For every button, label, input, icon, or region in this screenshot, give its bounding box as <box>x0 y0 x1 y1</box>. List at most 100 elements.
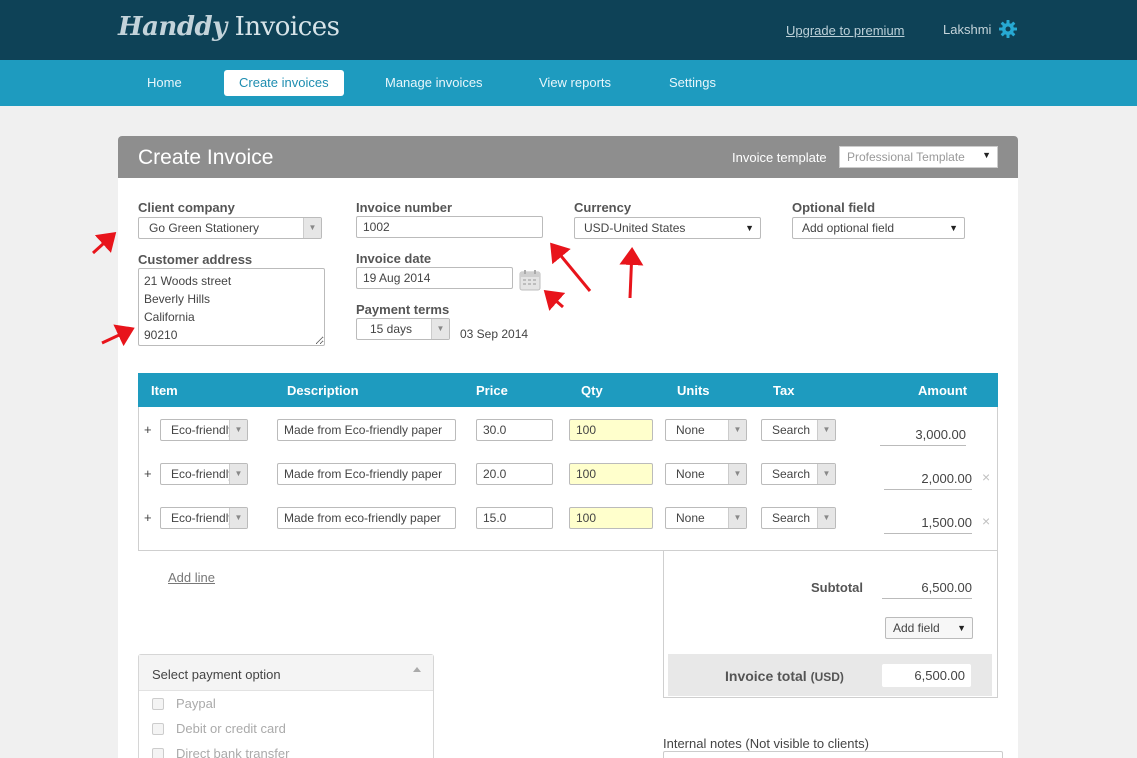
add-row-icon[interactable]: + <box>144 422 152 437</box>
chevron-down-icon[interactable]: ▼ <box>817 420 835 440</box>
qty-field[interactable]: 100 <box>569 419 653 441</box>
chevron-down-icon[interactable]: ▼ <box>431 319 449 339</box>
payment-terms-value: 15 days <box>370 322 413 336</box>
app-logo[interactable]: Handdy Invoices <box>118 12 340 42</box>
add-field-select[interactable]: Add field ▼ <box>885 617 973 639</box>
payment-option-label: Direct bank transfer <box>176 746 290 758</box>
payment-option-paypal[interactable]: Paypal <box>152 696 216 711</box>
nav-manage-invoices[interactable]: Manage invoices <box>370 70 498 96</box>
qty-field[interactable]: 100 <box>569 463 653 485</box>
item-combo[interactable]: Eco-friendly ▼ <box>160 507 248 529</box>
invoice-number-field[interactable]: 1002 <box>356 216 543 238</box>
chevron-down-icon[interactable]: ▼ <box>817 464 835 484</box>
checkbox[interactable] <box>152 698 164 710</box>
checkbox[interactable] <box>152 723 164 735</box>
internal-notes-field[interactable] <box>663 751 1003 758</box>
logo-brand: Handdy <box>118 12 227 42</box>
remove-row-icon[interactable]: × <box>982 513 990 529</box>
remove-row-icon[interactable]: × <box>982 469 990 485</box>
tax-combo[interactable]: Search ▼ <box>761 419 836 441</box>
upgrade-link[interactable]: Upgrade to premium <box>786 23 905 38</box>
chevron-down-icon[interactable]: ▼ <box>229 464 247 484</box>
top-header: Handdy Invoices Upgrade to premium Laksh… <box>0 0 1137 60</box>
chevron-down-icon: ▼ <box>949 223 958 233</box>
payment-terms-combo[interactable]: 15 days ▼ <box>356 318 450 340</box>
chevron-down-icon[interactable]: ▼ <box>728 464 746 484</box>
invoice-total-text: Invoice total <box>725 668 807 684</box>
chevron-down-icon[interactable]: ▼ <box>817 508 835 528</box>
create-invoice-panel: Create Invoice Invoice template Professi… <box>118 136 1018 758</box>
currency-select[interactable]: USD-United States ▼ <box>574 217 761 239</box>
template-label: Invoice template <box>732 150 827 165</box>
qty-field[interactable]: 100 <box>569 507 653 529</box>
chevron-down-icon[interactable]: ▼ <box>303 218 321 238</box>
checkbox[interactable] <box>152 748 164 758</box>
payment-options-panel: Select payment option Paypal Debit or cr… <box>138 654 434 758</box>
item-value: Eco-friendly <box>171 423 235 437</box>
chevron-down-icon[interactable]: ▼ <box>728 508 746 528</box>
description-field[interactable]: Made from eco-friendly paper <box>277 507 456 529</box>
payment-option-card[interactable]: Debit or credit card <box>152 721 286 736</box>
chevron-down-icon: ▼ <box>957 623 966 633</box>
tax-combo[interactable]: Search ▼ <box>761 507 836 529</box>
units-combo[interactable]: None ▼ <box>665 507 747 529</box>
payment-option-bank[interactable]: Direct bank transfer <box>152 746 289 758</box>
invoice-total-currency: (USD) <box>810 670 844 684</box>
col-amount: Amount <box>918 383 968 398</box>
col-units: Units <box>677 383 710 398</box>
chevron-up-icon[interactable] <box>413 667 421 672</box>
client-company-label: Client company <box>138 200 235 215</box>
items-table-header: Item Description Price Qty Units Tax Amo… <box>138 373 998 407</box>
units-value: None <box>676 467 705 481</box>
description-field[interactable]: Made from Eco-friendly paper <box>277 419 456 441</box>
col-price: Price <box>476 383 508 398</box>
units-combo[interactable]: None ▼ <box>665 419 747 441</box>
nav-view-reports[interactable]: View reports <box>524 70 626 96</box>
item-combo[interactable]: Eco-friendly ▼ <box>160 463 248 485</box>
item-combo[interactable]: Eco-friendly ▼ <box>160 419 248 441</box>
tax-combo[interactable]: Search ▼ <box>761 463 836 485</box>
gear-icon[interactable] <box>998 19 1018 39</box>
chevron-down-icon[interactable]: ▼ <box>229 508 247 528</box>
chevron-down-icon: ▼ <box>745 223 754 233</box>
add-row-icon[interactable]: + <box>144 466 152 481</box>
client-company-combo[interactable]: Go Green Stationery ▼ <box>138 217 322 239</box>
description-field[interactable]: Made from Eco-friendly paper <box>277 463 456 485</box>
template-value: Professional Template <box>847 150 965 164</box>
nav-create-invoices[interactable]: Create invoices <box>224 70 344 96</box>
logo-text: Invoices <box>234 12 340 42</box>
col-description: Description <box>287 383 359 398</box>
payment-options-header[interactable]: Select payment option <box>139 655 433 691</box>
internal-notes-label: Internal notes (Not visible to clients) <box>663 736 869 751</box>
price-field[interactable]: 15.0 <box>476 507 553 529</box>
customer-address-field[interactable]: 21 Woods street Beverly Hills California… <box>138 268 325 346</box>
arrow-icon <box>91 231 117 255</box>
nav-settings[interactable]: Settings <box>654 70 731 96</box>
add-line-link[interactable]: Add line <box>168 570 215 585</box>
invoice-date-label: Invoice date <box>356 251 432 266</box>
subtotal-label: Subtotal <box>811 580 863 595</box>
client-company-value: Go Green Stationery <box>149 221 260 235</box>
subtotal-value: 6,500.00 <box>882 580 972 599</box>
chevron-down-icon[interactable]: ▼ <box>229 420 247 440</box>
nav-home[interactable]: Home <box>132 70 197 96</box>
main-nav: Home Create invoices Manage invoices Vie… <box>0 60 1137 106</box>
amount-value: 3,000.00 <box>880 427 966 446</box>
add-field-value: Add field <box>893 621 940 635</box>
chevron-down-icon[interactable]: ▼ <box>728 420 746 440</box>
col-item: Item <box>151 383 178 398</box>
price-field[interactable]: 20.0 <box>476 463 553 485</box>
currency-value: USD-United States <box>584 221 686 235</box>
payment-options-title: Select payment option <box>152 667 281 682</box>
optional-field-select[interactable]: Add optional field ▼ <box>792 217 965 239</box>
units-combo[interactable]: None ▼ <box>665 463 747 485</box>
price-field[interactable]: 30.0 <box>476 419 553 441</box>
invoice-date-field[interactable]: 19 Aug 2014 <box>356 267 513 289</box>
username[interactable]: Lakshmi <box>943 22 991 37</box>
template-select[interactable]: Professional Template ▼ <box>839 146 998 168</box>
invoice-total-row: Invoice total (USD) 6,500.00 <box>668 654 992 696</box>
invoice-number-label: Invoice number <box>356 200 453 215</box>
calendar-icon[interactable] <box>519 269 541 291</box>
payment-terms-label: Payment terms <box>356 302 450 317</box>
add-row-icon[interactable]: + <box>144 510 152 525</box>
